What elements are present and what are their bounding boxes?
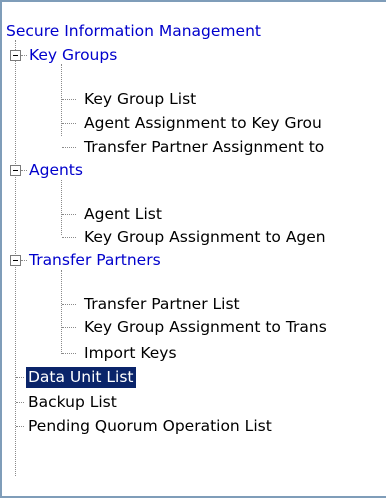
tree-item-label[interactable]: Backup List <box>26 392 119 413</box>
tree-item-transfer-partner-assignment[interactable]: Transfer Partner Assignment to <box>2 136 386 160</box>
tree-item-key-group-assignment-transfer[interactable]: Key Group Assignment to Trans <box>2 316 386 340</box>
tree-item-key-group-assignment-agent[interactable]: Key Group Assignment to Agen <box>2 226 386 250</box>
tree-item-pending-quorum[interactable]: Pending Quorum Operation List <box>2 415 386 439</box>
tree-item-agent-list[interactable]: Agent List <box>2 203 386 227</box>
tree-group-transfer-partners[interactable]: Transfer Partners <box>2 249 386 273</box>
tree-group-agents[interactable]: Agents <box>2 159 386 183</box>
tree-item-label[interactable]: Import Keys <box>82 343 179 364</box>
tree-item-label[interactable]: Transfer Partner List <box>82 294 242 315</box>
collapse-agents-icon[interactable] <box>10 165 21 176</box>
tree-item-key-group-list[interactable]: Key Group List <box>2 88 386 112</box>
navigation-tree-panel: Secure Information Management Key Groups… <box>0 0 386 498</box>
collapse-key-groups-icon[interactable] <box>10 50 21 61</box>
tree-item-import-keys[interactable]: Import Keys <box>2 342 386 366</box>
tree-group-key-groups[interactable]: Key Groups <box>2 44 386 68</box>
tree-item-label-selected[interactable]: Data Unit List <box>26 367 136 388</box>
tree-group-label[interactable]: Agents <box>27 160 85 181</box>
tree-item-label[interactable]: Key Group Assignment to Trans <box>82 317 329 338</box>
tree-item-label[interactable]: Pending Quorum Operation List <box>26 416 274 437</box>
tree-item-label[interactable]: Agent Assignment to Key Grou <box>82 113 324 134</box>
tree-item-label[interactable]: Key Group List <box>82 89 198 110</box>
tree-item-transfer-partner-list[interactable]: Transfer Partner List <box>2 293 386 317</box>
tree-item-data-unit-list[interactable]: Data Unit List <box>2 366 386 390</box>
collapse-transfer-partners-icon[interactable] <box>10 255 21 266</box>
tree-item-label[interactable]: Agent List <box>82 204 164 225</box>
tree-item-backup-list[interactable]: Backup List <box>2 391 386 415</box>
tree-item-agent-assignment[interactable]: Agent Assignment to Key Grou <box>2 112 386 136</box>
tree-root-label[interactable]: Secure Information Management <box>4 21 263 42</box>
tree-group-label[interactable]: Key Groups <box>27 45 119 66</box>
tree-group-label[interactable]: Transfer Partners <box>27 250 163 271</box>
tree-item-label[interactable]: Key Group Assignment to Agen <box>82 227 328 248</box>
tree-item-label[interactable]: Transfer Partner Assignment to <box>82 137 326 158</box>
tree-root-row[interactable]: Secure Information Management <box>2 20 386 44</box>
